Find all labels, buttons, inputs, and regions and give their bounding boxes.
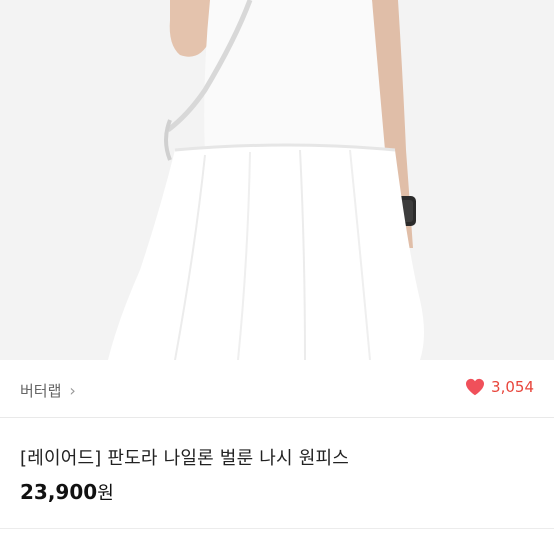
brand-link[interactable]: 버터랩 › [20, 380, 76, 401]
carousel-indicator [259, 324, 267, 332]
chevron-right-icon: › [69, 380, 76, 400]
bottom-section [0, 529, 554, 554]
price-currency: 원 [97, 483, 114, 504]
product-image[interactable] [0, 0, 554, 360]
price-value: 23,900 [20, 480, 98, 504]
like-count: 3,054 [491, 378, 534, 396]
brand-row: 버터랩 › 3,054 [0, 360, 554, 418]
like-button[interactable]: 3,054 [465, 378, 534, 396]
brand-name: 버터랩 [20, 382, 62, 400]
product-price: 23,900원 [20, 479, 114, 505]
product-title: [레이어드] 판도라 나일론 벌룬 나시 원피스 [20, 448, 349, 469]
heart-icon [466, 378, 485, 396]
